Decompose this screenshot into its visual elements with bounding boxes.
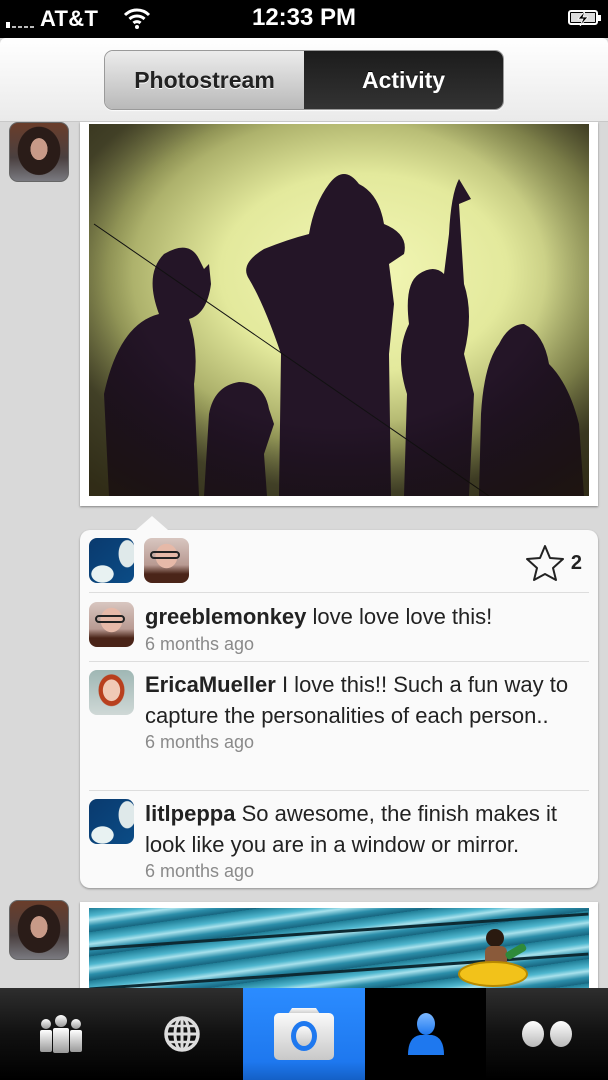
commenter-avatar[interactable]: [89, 602, 134, 647]
tab-you[interactable]: [364, 988, 487, 1080]
likers-list: [89, 538, 189, 583]
photo-card[interactable]: [80, 122, 598, 506]
favorite-button[interactable]: 2: [525, 544, 582, 582]
comment-item: EricaMueller I love this!! Such a fun wa…: [89, 670, 589, 753]
comment-text: EricaMueller I love this!! Such a fun wa…: [145, 672, 569, 728]
divider: [89, 661, 589, 662]
comments-notch: [136, 516, 168, 530]
comment-username[interactable]: EricaMueller: [145, 672, 276, 697]
comments-panel: 2 greeblemonkey love love love this! 6 m…: [80, 516, 598, 888]
comment-timestamp: 6 months ago: [145, 861, 255, 881]
user-avatar[interactable]: [9, 900, 69, 960]
activity-feed[interactable]: 2 greeblemonkey love love love this! 6 m…: [0, 122, 608, 988]
camera-icon: [273, 1008, 334, 1060]
people-icon: [39, 1015, 82, 1053]
user-avatar[interactable]: [9, 122, 69, 182]
star-icon: [525, 545, 564, 581]
comment-text: greeblemonkey love love love this!: [145, 604, 493, 629]
tab-camera[interactable]: [243, 988, 365, 1080]
commenter-avatar[interactable]: [89, 799, 134, 844]
comment-timestamp: 6 months ago: [145, 633, 255, 654]
tab-bar: [0, 988, 608, 1080]
comment-timestamp: 6 months ago: [145, 732, 255, 752]
segmented-control: Photostream Activity: [104, 50, 504, 110]
photo-card[interactable]: [80, 902, 598, 988]
tab-explore[interactable]: [122, 988, 244, 1080]
comment-item: greeblemonkey love love love this! 6 mon…: [89, 602, 589, 655]
nav-bar: Photostream Activity: [0, 38, 608, 122]
tab-flickr[interactable]: [486, 988, 608, 1080]
commenter-avatar[interactable]: [89, 670, 134, 715]
comment-text: litlpeppa So awesome, the finish makes i…: [145, 801, 558, 857]
comment-username[interactable]: litlpeppa: [145, 801, 235, 826]
comment-username[interactable]: greeblemonkey: [145, 604, 306, 629]
comment-item: litlpeppa So awesome, the finish makes i…: [89, 799, 589, 882]
clock: 12:33 PM: [251, 4, 357, 31]
globe-icon: [164, 1016, 201, 1052]
flickr-dots-icon: [522, 1021, 573, 1047]
tab-contacts[interactable]: [0, 988, 122, 1080]
tab-activity[interactable]: Activity: [304, 51, 503, 109]
divider: [89, 592, 589, 593]
favorite-count: 2: [570, 551, 582, 574]
photo-swimming-pool[interactable]: [89, 908, 589, 988]
divider: [89, 790, 589, 791]
liker-avatar[interactable]: [89, 538, 134, 583]
tab-photostream[interactable]: Photostream: [105, 51, 304, 109]
liker-avatar[interactable]: [144, 538, 189, 583]
photo-shadow-silhouettes[interactable]: [89, 124, 589, 496]
battery-charging-icon: [568, 10, 601, 26]
status-bar: AT&T 12:33 PM: [0, 0, 608, 38]
person-icon: [407, 1013, 444, 1055]
